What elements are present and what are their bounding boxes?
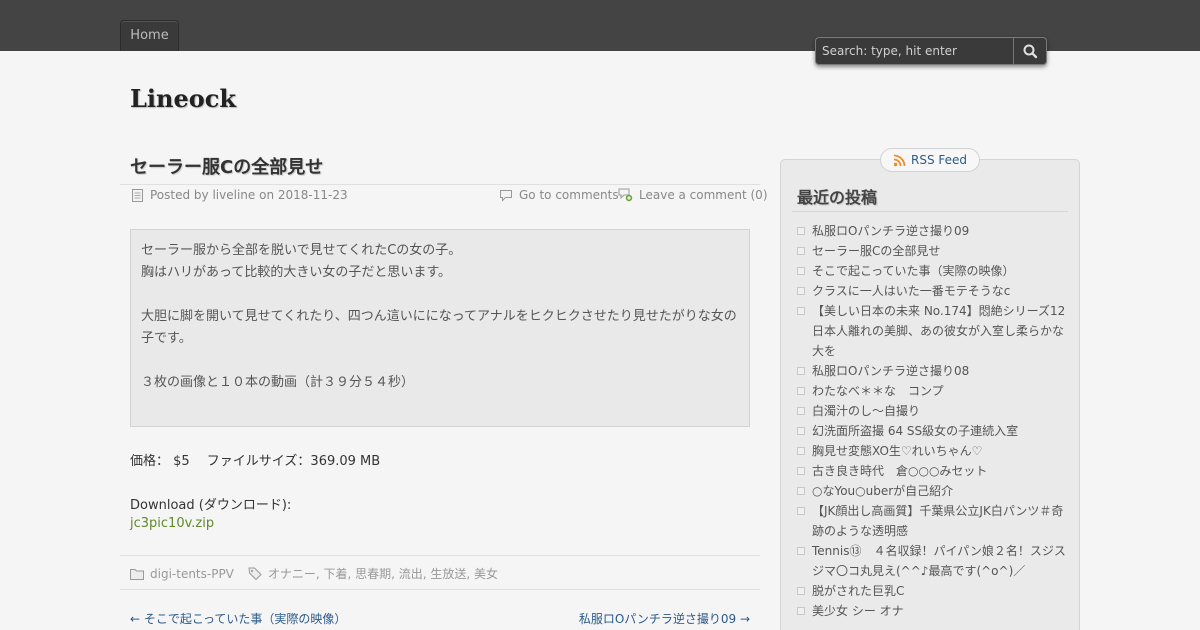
recent-post-item[interactable]: 古き良き時代 倉○○○みセット xyxy=(796,461,1068,481)
tag-icon xyxy=(248,567,262,580)
content-line: セーラー服から全部を脱いで見せてくれたCの女の子。 xyxy=(141,243,462,258)
title-divider xyxy=(120,184,760,185)
recent-post-item[interactable]: 【JK顔出し高画質】千葉県公立JK白パンツ＃奇跡のような透明感 xyxy=(796,501,1068,541)
content-line: ３枚の画像と１０本の動画（計３９分５４秒） xyxy=(141,375,415,390)
recent-posts-heading: 最近の投稿 xyxy=(797,188,878,207)
nav-home-tab[interactable]: Home xyxy=(120,20,179,51)
recent-post-item[interactable]: ○なYou○uberが自己紹介 xyxy=(796,481,1068,501)
post-date: 2018-11-23 xyxy=(277,188,348,202)
search-button[interactable] xyxy=(1013,38,1046,64)
recent-post-item[interactable]: クラスに一人はいた一番モテそうなc xyxy=(796,281,1068,301)
post-meta-author: Posted by liveline on 2018-11-23 xyxy=(131,188,348,202)
download-link[interactable]: jc3pic10v.zip xyxy=(130,516,214,531)
go-to-comments-label: Go to comments xyxy=(519,188,619,202)
search-form xyxy=(815,37,1047,65)
post-author[interactable]: liveline xyxy=(212,188,255,202)
post-title[interactable]: セーラー服Cの全部見せ xyxy=(130,153,323,179)
content-line: 胸はハリがあって比較的大きい女の子だと思います。 xyxy=(141,265,452,280)
content-line: 大胆に脚を開いて見せてくれたり、四つん這いにになってアナルをヒクヒクさせたり見せ… xyxy=(141,309,737,324)
date-prefix: on xyxy=(259,188,275,202)
next-post-link[interactable]: 私服ロOパンチラ逆さ撮り09 → xyxy=(579,610,750,627)
recent-post-item[interactable]: セーラー服Cの全部見せ xyxy=(796,241,1068,261)
posted-by-label: Posted by xyxy=(150,188,209,202)
search-input[interactable] xyxy=(816,38,1014,64)
recent-post-item[interactable]: わたなべ＊＊な コンプ xyxy=(796,381,1068,401)
category-link[interactable]: digi-tents-PPV xyxy=(150,567,234,581)
recent-post-item[interactable]: 脱がされた巨乳C xyxy=(796,581,1068,601)
recent-post-item[interactable]: そこで起こっていた事（実際の映像） xyxy=(796,261,1068,281)
recent-post-item[interactable]: 私服ロOパンチラ逆さ撮り08 xyxy=(796,361,1068,381)
folder-icon xyxy=(130,568,144,580)
content-line: 子です。 xyxy=(141,331,192,346)
comment-bubble-icon xyxy=(500,189,512,202)
post-content: セーラー服から全部を脱いで見せてくれたCの女の子。 胸はハリがあって比較的大きい… xyxy=(130,229,750,427)
recent-post-item[interactable]: 幻洗面所盗撮 64 SS級女の子連続入室 xyxy=(796,421,1068,441)
price-and-filesize: 価格： $5 ファイルサイズ：369.09 MB xyxy=(130,454,381,469)
recent-posts-list: 私服ロOパンチラ逆さ撮り09 セーラー服Cの全部見せ そこで起こっていた事（実際… xyxy=(796,221,1077,621)
recent-post-item[interactable]: 白濁汁のし～自撮り xyxy=(796,401,1068,421)
footer-divider-top xyxy=(120,555,760,556)
go-to-comments-link[interactable]: Go to comments xyxy=(499,188,619,202)
leave-comment-label: Leave a comment (0) xyxy=(639,188,768,202)
rss-feed-button[interactable]: RSS Feed xyxy=(880,148,980,172)
post-taxonomy: digi-tents-PPV オナニー, 下着, 思春期, 流出, 生放送, 美… xyxy=(130,565,498,582)
search-icon xyxy=(1023,44,1038,59)
recent-post-item[interactable]: 私服ロOパンチラ逆さ撮り09 xyxy=(796,221,1068,241)
recent-post-item[interactable]: Tennis⑬ ４名収録！パイパン娘２名！スジスジマ〇コ丸見え(^^♪最高です(… xyxy=(796,541,1068,581)
add-comment-icon xyxy=(618,188,633,202)
leave-comment-link[interactable]: Leave a comment (0) xyxy=(618,188,768,202)
recent-post-item[interactable]: 胸見せ変態XO生♡れいちゃん♡ xyxy=(796,441,1068,461)
document-icon xyxy=(132,188,143,202)
rss-feed-label: RSS Feed xyxy=(910,153,967,167)
recent-post-item[interactable]: 美少女 シー オナ xyxy=(796,601,1068,621)
tag-list[interactable]: オナニー, 下着, 思春期, 流出, 生放送, 美女 xyxy=(268,565,498,582)
rss-icon xyxy=(893,154,906,166)
footer-divider-bottom xyxy=(120,589,760,590)
site-title[interactable]: Lineock xyxy=(130,84,236,113)
recent-post-item[interactable]: 【美しい日本の未来 No.174】悶絶シリーズ12 日本人離れの美脚、あの彼女が… xyxy=(796,301,1077,361)
widget-divider xyxy=(792,211,1068,212)
previous-post-link[interactable]: ← そこで起こっていた事（実際の映像） xyxy=(130,610,346,627)
download-label: Download (ダウンロード): xyxy=(130,498,292,513)
